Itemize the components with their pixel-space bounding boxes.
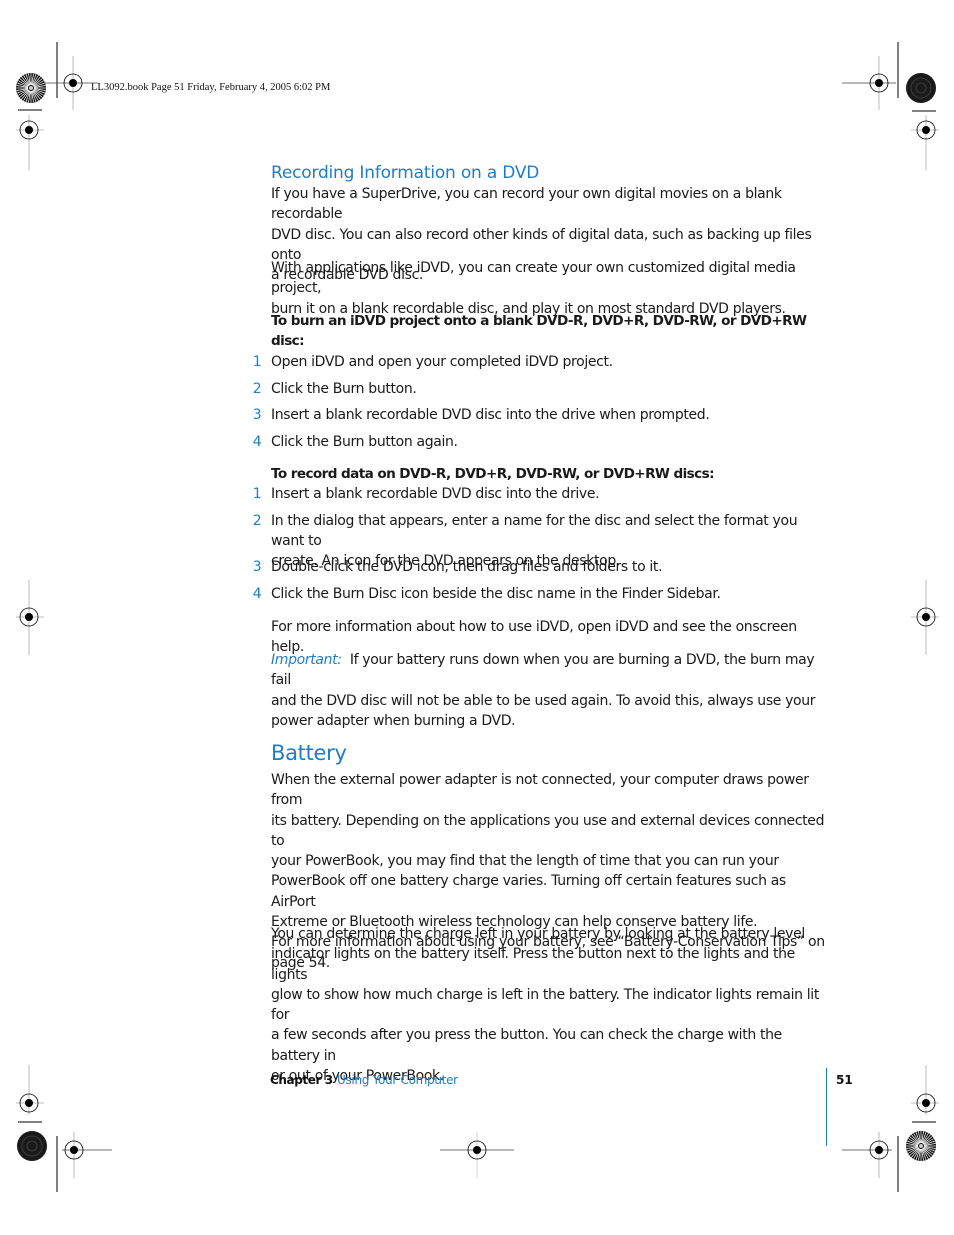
footer-divider [826, 1068, 827, 1146]
registration-mark-top-left [44, 56, 98, 110]
list-item: 2 Click the Burn button. [253, 379, 831, 406]
text-line: power adapter when burning a DVD. [271, 712, 516, 729]
registration-mark-bottom-right [842, 1132, 892, 1178]
step-text: Click the Burn button. [271, 380, 417, 397]
registration-mark-right-upper [911, 115, 939, 170]
text-line: You can determine the charge left in you… [271, 926, 805, 942]
dark-disc-mark-top-right [906, 73, 936, 103]
text-line: and the DVD disc will not be able to be … [271, 692, 816, 709]
text-line: To burn an iDVD project onto a blank DVD… [271, 313, 807, 329]
list-item: 4 Click the Burn Disc icon beside the di… [253, 584, 831, 611]
text-line: Important: If your battery runs down whe… [271, 650, 831, 691]
step-number: 4 [252, 585, 262, 602]
step-number: 3 [252, 559, 262, 576]
step-text: In the dialog that appears, enter a name… [271, 512, 798, 550]
step-number: 1 [252, 486, 262, 502]
step-text: Click the Burn Disc icon beside the disc… [271, 585, 721, 602]
registration-mark-right-middle [911, 580, 939, 655]
task-title-record-data: To record data on DVD-R, DVD+R, DVD-RW, … [271, 466, 715, 482]
important-note: Important: If your battery runs down whe… [271, 650, 831, 731]
footer-chapter-label: Chapter 3 [270, 1073, 333, 1087]
step-number: 2 [252, 512, 262, 529]
text-line: When the external power adapter is not c… [271, 772, 809, 809]
list-item: 3 Double-click the DVD icon, then drag f… [253, 557, 831, 584]
section-heading-recording-dvd: Recording Information on a DVD [271, 163, 540, 183]
text-line: If you have a SuperDrive, you can record… [271, 186, 782, 223]
registration-mark-bottom-center [440, 1132, 514, 1178]
step-list-record-data: 1 Insert a blank recordable DVD disc int… [253, 484, 831, 611]
registration-mark-bottom-left [62, 1132, 112, 1178]
text-line: disc: [271, 333, 305, 350]
step-number: 1 [252, 354, 262, 370]
registration-mark-left-lower [16, 1065, 44, 1115]
step-text: Insert a blank recordable DVD disc into … [271, 486, 600, 502]
text-line: With applications like iDVD, you can cre… [271, 260, 796, 297]
section-heading-battery: Battery [271, 741, 347, 765]
starburst-mark-top-left [16, 73, 46, 103]
paragraph-battery-indicator: You can determine the charge left in you… [271, 924, 831, 1086]
text-line: PowerBook off one battery charge varies.… [271, 873, 786, 910]
step-text: Insert a blank recordable DVD disc into … [271, 407, 710, 423]
list-item: 2 In the dialog that appears, enter a na… [253, 511, 831, 570]
important-text: If your battery runs down when you are b… [271, 652, 815, 689]
list-item: 4 Click the Burn button again. [253, 432, 831, 459]
task-title-burn-idvd: To burn an iDVD project onto a blank DVD… [271, 311, 831, 352]
registration-mark-left-middle [16, 580, 44, 655]
step-number: 4 [252, 433, 262, 450]
text-line: its battery. Depending on the applicatio… [271, 812, 825, 849]
text-line: indicator lights on the battery itself. … [271, 946, 795, 983]
starburst-mark-bottom-right [906, 1131, 936, 1161]
page-number: 51 [836, 1073, 853, 1087]
list-item: 1 Open iDVD and open your completed iDVD… [253, 352, 831, 379]
registration-mark-right-lower [911, 1065, 939, 1115]
dark-disc-mark-bottom-left [17, 1131, 47, 1161]
text-line: your PowerBook, you may find that the le… [271, 853, 779, 870]
paragraph-dvd-applications: With applications like iDVD, you can cre… [271, 258, 831, 319]
list-item: 1 Insert a blank recordable DVD disc int… [253, 484, 831, 511]
footer-chapter-title: Using Your Computer [337, 1073, 458, 1087]
list-item: 3 Insert a blank recordable DVD disc int… [253, 405, 831, 432]
step-text: Double-click the DVD icon, then drag fil… [271, 559, 663, 576]
step-number: 2 [252, 380, 262, 397]
text-line: a few seconds after you press the button… [271, 1027, 782, 1064]
important-label: Important: [271, 652, 342, 668]
text-line: glow to show how much charge is left in … [271, 986, 819, 1024]
step-text: Click the Burn button again. [271, 433, 458, 450]
step-list-burn-idvd: 1 Open iDVD and open your completed iDVD… [253, 352, 831, 459]
step-number: 3 [252, 407, 262, 423]
registration-mark-top-right [842, 56, 896, 110]
registration-mark-left-upper [16, 115, 44, 170]
step-text: Open iDVD and open your completed iDVD p… [271, 354, 613, 370]
